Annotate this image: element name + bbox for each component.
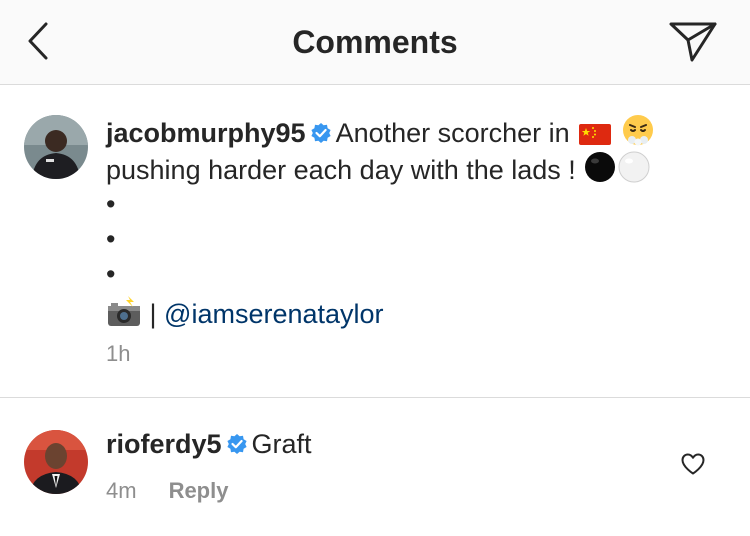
comment-username[interactable]: rioferdy5 [106,429,222,459]
caption-username[interactable]: jacobmurphy95 [106,118,306,148]
verified-badge-icon [310,123,331,143]
camera-flash-icon [108,296,140,326]
separator: | [149,299,157,329]
chevron-left-icon [28,22,48,60]
china-flag-icon [579,124,612,145]
caption-text: jacobmurphy95 Another scorcher in pushin… [106,113,726,331]
mention-link[interactable]: @iamserenataylor [164,299,384,329]
share-button[interactable] [666,18,720,64]
comment-timestamp: 4m [106,478,137,503]
avatar[interactable] [24,430,88,494]
comment-meta: 4m Reply [106,478,228,504]
caption-text-part2: pushing harder each day with the lads ! [106,155,576,185]
reply-button[interactable]: Reply [169,478,229,503]
avatar[interactable] [24,115,88,179]
bullet: • [106,259,116,289]
verified-badge-icon [226,434,247,454]
page-title: Comments [292,24,458,60]
bullet: • [106,189,116,219]
back-button[interactable] [20,18,60,64]
top-bar: Comments [0,0,750,85]
user-photo-icon [24,115,88,179]
heart-icon [681,453,705,475]
white-circle-icon [618,151,650,183]
user-photo-icon [24,430,88,494]
paper-plane-icon [669,22,717,62]
black-circle-icon [585,152,616,182]
caption-text-part1: Another scorcher in [335,118,570,148]
comment-body: rioferdy5 Graft [106,428,666,461]
steam-from-nose-face-icon [622,115,653,146]
caption-timestamp: 1h [106,341,131,366]
like-button[interactable] [680,452,706,476]
bullet: • [106,224,116,254]
comment-text: Graft [251,429,312,459]
credit-line: | @iamserenataylor [106,296,726,331]
post-caption: jacobmurphy95 Another scorcher in pushin… [0,85,750,398]
